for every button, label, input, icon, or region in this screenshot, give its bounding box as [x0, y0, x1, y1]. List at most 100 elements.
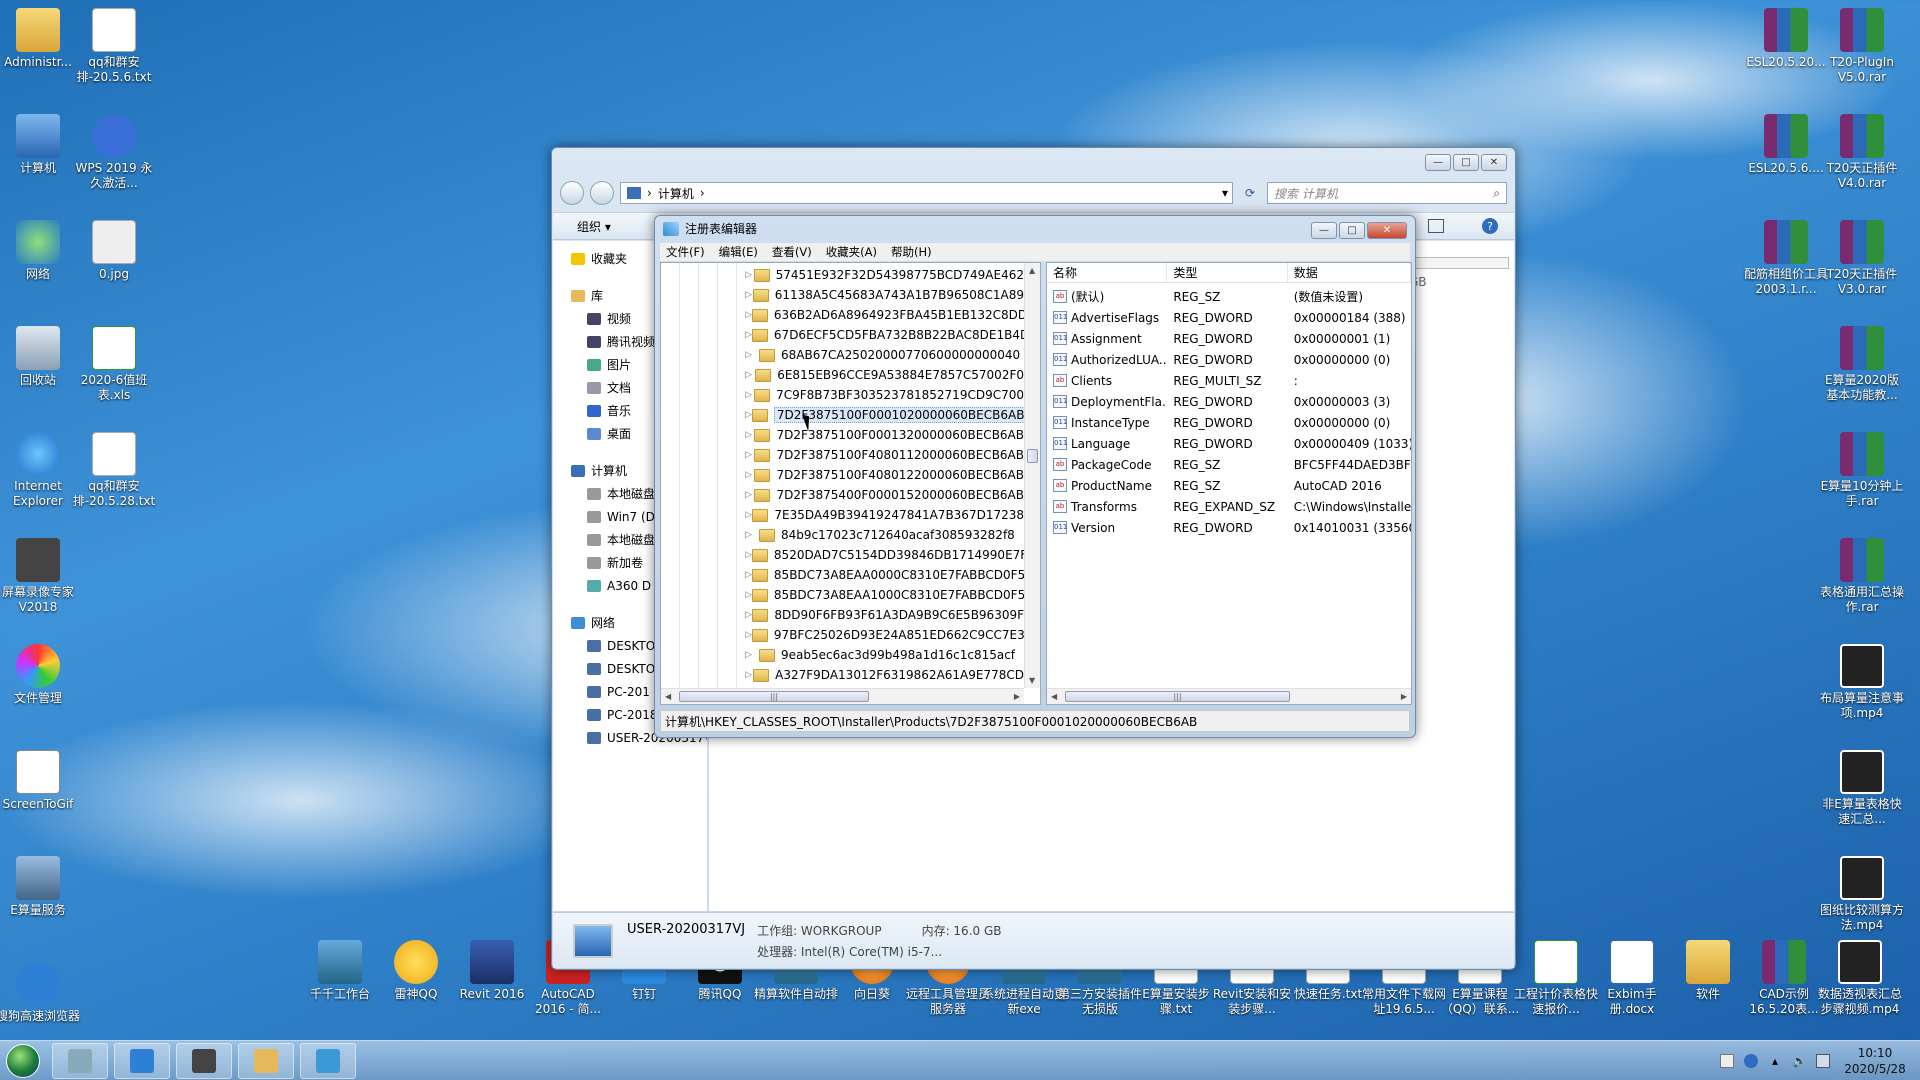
- registry-key[interactable]: ▷ 85BDC73A8EAA1000C8310E7FABBCD0F5: [661, 585, 1025, 605]
- column-header[interactable]: 名称: [1047, 263, 1168, 282]
- desktop-icon[interactable]: 表格通用汇总操作.rar: [1820, 538, 1904, 615]
- desktop-icon[interactable]: E算量2020版基本功能教...: [1820, 326, 1904, 403]
- expand-arrow-icon[interactable]: ▷: [745, 410, 752, 420]
- regedit-window[interactable]: 注册表编辑器 — □ ✕ 文件(F) 编辑(E) 查看(V) 收藏夹(A) 帮助(H) …: [654, 215, 1416, 738]
- desktop-icon[interactable]: ESL20.5.6....: [1744, 114, 1828, 176]
- tray-expand-icon[interactable]: ▴: [1768, 1054, 1782, 1068]
- chevron-down-icon[interactable]: ▾: [1222, 186, 1228, 200]
- close-button[interactable]: ✕: [1481, 154, 1507, 171]
- column-header[interactable]: 类型: [1167, 263, 1288, 282]
- desktop-icon[interactable]: T20天正插件V4.0.rar: [1820, 114, 1904, 191]
- tree-vertical-scrollbar[interactable]: ▲ ▼: [1024, 263, 1040, 688]
- refresh-icon[interactable]: ⟳: [1239, 186, 1261, 200]
- minimize-button[interactable]: —: [1311, 222, 1337, 239]
- expand-arrow-icon[interactable]: ▷: [745, 470, 754, 480]
- desktop-icon[interactable]: 千千工作台: [298, 940, 382, 1002]
- desktop-icon[interactable]: 数据透视表汇总步骤视频.mp4: [1818, 940, 1902, 1017]
- registry-value-row[interactable]: ab ProductName REG_SZ AutoCAD 2016: [1047, 475, 1411, 496]
- tree-vertical-scroll-thumb[interactable]: [1027, 449, 1038, 463]
- expand-arrow-icon[interactable]: ▷: [745, 370, 755, 380]
- desktop-icon[interactable]: 网络: [0, 220, 80, 282]
- registry-values-list[interactable]: 名称 类型 数据 ab (默认) REG_SZ (数值未设置) 011 AdvertiseFl…: [1046, 262, 1412, 705]
- expand-arrow-icon[interactable]: ▷: [745, 490, 754, 500]
- registry-key[interactable]: ▷ 85BDC73A8EAA0000C8310E7FABBCD0F5: [661, 565, 1025, 585]
- registry-key[interactable]: ▷ 7D2F3875100F0001320000060BECB6AB: [661, 425, 1024, 445]
- registry-key[interactable]: ▷ 7E35DA49B39419247841A7B367D17238: [661, 505, 1024, 525]
- desktop-icon[interactable]: 计算机: [0, 114, 80, 176]
- address-bar[interactable]: › 计算机 › ▾: [620, 182, 1233, 204]
- maximize-button[interactable]: □: [1453, 154, 1479, 171]
- registry-key[interactable]: ▷ 9eab5ec6ac3d99b498a1d16c1c815acf: [661, 645, 1024, 665]
- registry-value-row[interactable]: 011 DeploymentFla... REG_DWORD 0x00000003 (…: [1047, 391, 1411, 412]
- desktop-icon[interactable]: 布局算量注意事项.mp4: [1820, 644, 1904, 721]
- registry-key[interactable]: ▷ 7D2F3875100F4080122000060BECB6AB: [661, 465, 1024, 485]
- registry-key[interactable]: ▷ 8DD90F6FB93F61A3DA9B9C6E5B96309F: [661, 605, 1024, 625]
- desktop-icon[interactable]: 软件: [1666, 940, 1750, 1002]
- desktop-icon[interactable]: qq和群安排-20.5.28.txt: [72, 432, 156, 509]
- organize-button[interactable]: 组织 ▾: [577, 218, 611, 235]
- desktop-icon[interactable]: E算量10分钟上手.rar: [1820, 432, 1904, 509]
- expand-arrow-icon[interactable]: ▷: [745, 290, 753, 300]
- column-header[interactable]: 数据: [1288, 263, 1411, 282]
- desktop-icon[interactable]: 0.jpg: [72, 220, 156, 282]
- desktop-icon[interactable]: WPS 2019 永久激活...: [72, 114, 156, 191]
- taskbar-button[interactable]: [176, 1042, 232, 1079]
- desktop-icon[interactable]: E算量服务: [0, 856, 80, 918]
- values-horizontal-scroll-thumb[interactable]: |||: [1065, 691, 1290, 702]
- desktop-icon[interactable]: 图纸比较测算方法.mp4: [1820, 856, 1904, 933]
- desktop-icon[interactable]: Exbim手册.docx: [1590, 940, 1674, 1017]
- registry-tree[interactable]: ▷ 57451E932F32D54398775BCD749AE462 ▷ 61138A…: [660, 262, 1041, 705]
- desktop-icon[interactable]: ESL20.5.20...: [1744, 8, 1828, 70]
- registry-key[interactable]: ▷ 7D2F3875100F0001020000060BECB6AB: [661, 405, 1028, 425]
- tree-horizontal-scrollbar[interactable]: ◀ ||| ▶: [661, 688, 1024, 704]
- registry-key[interactable]: ▷ 8520DAD7C5154DD39846DB1714990E7F: [661, 545, 1027, 565]
- expand-arrow-icon[interactable]: ▷: [745, 390, 754, 400]
- registry-value-row[interactable]: ab PackageCode REG_SZ BFC5FF44DAED3BF4: [1047, 454, 1411, 475]
- help-icon[interactable]: ?: [1482, 218, 1498, 234]
- scroll-right-icon[interactable]: ▶: [1014, 692, 1020, 701]
- scroll-right-icon[interactable]: ▶: [1401, 692, 1407, 701]
- expand-arrow-icon[interactable]: ▷: [745, 310, 752, 320]
- registry-key[interactable]: ▷ 7D2F3875100F4080112000060BECB6AB: [661, 445, 1024, 465]
- registry-value-row[interactable]: 011 Version REG_DWORD 0x14010031 (335609: [1047, 517, 1411, 538]
- expand-arrow-icon[interactable]: ▷: [745, 550, 752, 560]
- desktop-icon[interactable]: 2020-6值班表.xls: [72, 326, 156, 403]
- menu-item[interactable]: 查看(V): [772, 244, 812, 260]
- values-horizontal-scrollbar[interactable]: ◀ ||| ▶: [1047, 688, 1411, 704]
- expand-arrow-icon[interactable]: ▷: [745, 330, 752, 340]
- registry-value-row[interactable]: ab (默认) REG_SZ (数值未设置): [1047, 286, 1411, 307]
- desktop-icon[interactable]: 屏幕录像专家V2018: [0, 538, 80, 615]
- scroll-down-icon[interactable]: ▼: [1029, 676, 1035, 685]
- minimize-button[interactable]: —: [1425, 154, 1451, 171]
- registry-value-row[interactable]: ab Clients REG_MULTI_SZ:: [1047, 370, 1411, 391]
- preview-pane-icon[interactable]: [1428, 219, 1444, 233]
- taskbar-button[interactable]: [114, 1042, 170, 1079]
- volume-icon[interactable]: 🔈: [1792, 1054, 1807, 1068]
- desktop-icon[interactable]: Revit 2016: [450, 940, 534, 1002]
- expand-arrow-icon[interactable]: ▷: [745, 430, 754, 440]
- menu-item[interactable]: 收藏夹(A): [826, 244, 877, 260]
- desktop-icon[interactable]: qq和群安排-20.5.6.txt: [72, 8, 156, 85]
- taskbar-button[interactable]: [52, 1042, 108, 1079]
- expand-arrow-icon[interactable]: ▷: [745, 350, 759, 360]
- desktop-icon[interactable]: 搜狗高速浏览器: [0, 962, 80, 1024]
- expand-arrow-icon[interactable]: ▷: [745, 450, 754, 460]
- close-button[interactable]: ✕: [1367, 222, 1407, 239]
- expand-arrow-icon[interactable]: ▷: [745, 610, 752, 620]
- taskbar-button[interactable]: [300, 1042, 356, 1079]
- help-tray-icon[interactable]: [1744, 1054, 1758, 1068]
- expand-arrow-icon[interactable]: ▷: [745, 670, 753, 680]
- desktop-icon[interactable]: T20-PlugIn V5.0.rar: [1820, 8, 1904, 85]
- registry-value-row[interactable]: 011 Language REG_DWORD 0x00000409 (1033): [1047, 433, 1411, 454]
- start-button[interactable]: [0, 1041, 46, 1080]
- registry-key[interactable]: ▷ 97BFC25026D93E24A851ED662C9CC7E3: [661, 625, 1025, 645]
- desktop-icon[interactable]: Administr...: [0, 8, 80, 70]
- keyboard-icon[interactable]: [1720, 1054, 1734, 1068]
- scroll-up-icon[interactable]: ▲: [1029, 266, 1035, 275]
- expand-arrow-icon[interactable]: ▷: [745, 590, 752, 600]
- registry-key[interactable]: ▷ 7D2F3875400F0000152000060BECB6AB: [661, 485, 1024, 505]
- search-input[interactable]: 搜索 计算机 ⌕: [1267, 182, 1507, 204]
- registry-key[interactable]: ▷ 6E815EB96CCE9A53884E7857C57002F0: [661, 365, 1024, 385]
- scroll-left-icon[interactable]: ◀: [1051, 692, 1057, 701]
- desktop-icon[interactable]: ScreenToGif: [0, 750, 80, 812]
